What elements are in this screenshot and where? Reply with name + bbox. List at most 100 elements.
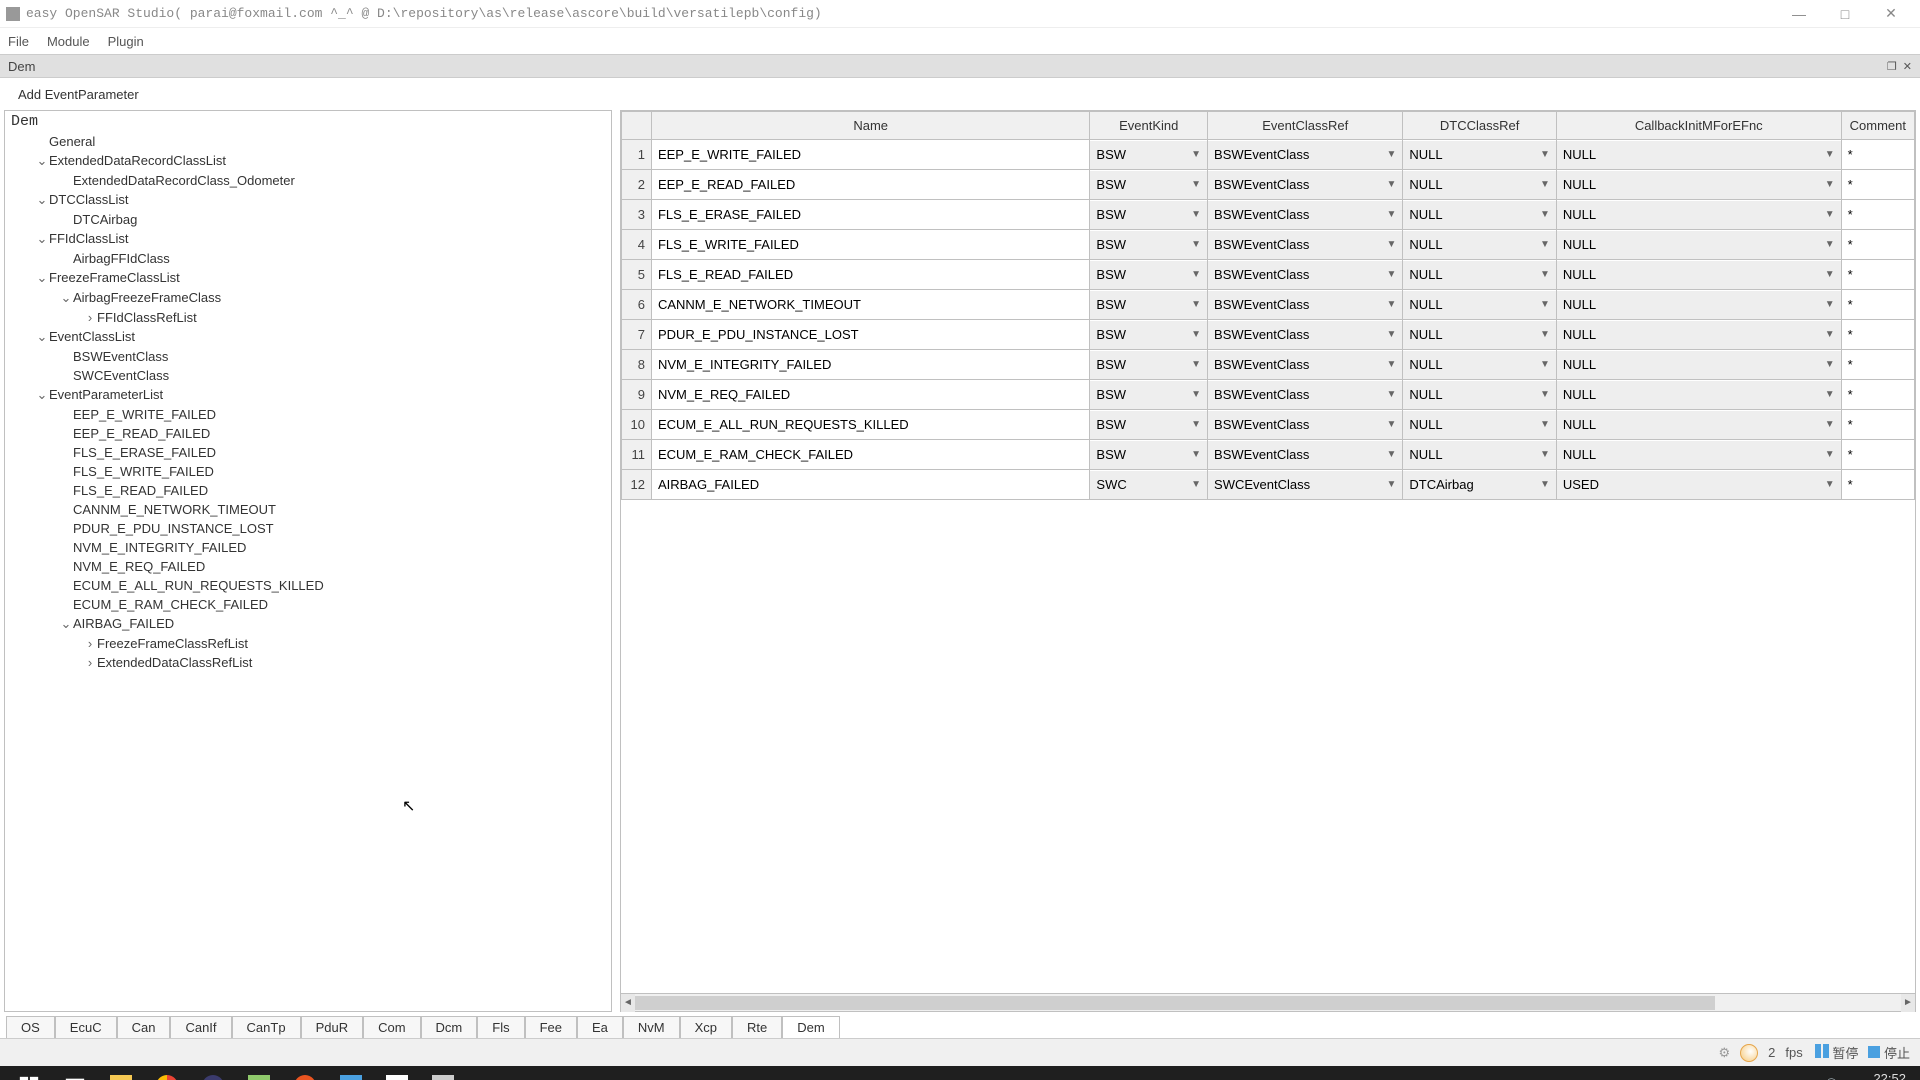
row-number[interactable]: 11 bbox=[622, 440, 652, 470]
dropdown-cell[interactable]: BSWEventClass▼ bbox=[1208, 381, 1402, 409]
tree-node[interactable]: ⌄FreezeFrameClassList bbox=[5, 268, 611, 288]
dropdown-cell[interactable]: NULL▼ bbox=[1403, 321, 1555, 349]
text-cell[interactable]: FLS_E_ERASE_FAILED bbox=[652, 201, 1089, 229]
dropdown-cell[interactable]: BSWEventClass▼ bbox=[1208, 291, 1402, 319]
col-dtcclassref[interactable]: DTCClassRef bbox=[1403, 112, 1556, 140]
bottom-tab-os[interactable]: OS bbox=[6, 1016, 55, 1038]
tree-node[interactable]: DTCAirbag bbox=[5, 210, 611, 229]
row-number[interactable]: 6 bbox=[622, 290, 652, 320]
menu-plugin[interactable]: Plugin bbox=[108, 34, 144, 49]
tree-node[interactable]: ExtendedDataRecordClass_Odometer bbox=[5, 171, 611, 190]
row-number[interactable]: 7 bbox=[622, 320, 652, 350]
taskbar-clock[interactable]: 22:52 2018/3/17 bbox=[1848, 1072, 1906, 1080]
text-cell[interactable]: * bbox=[1842, 381, 1914, 409]
col-name[interactable]: Name bbox=[651, 112, 1089, 140]
dropdown-cell[interactable]: NULL▼ bbox=[1403, 291, 1555, 319]
dropdown-cell[interactable]: BSW▼ bbox=[1090, 411, 1207, 439]
bottom-tab-rte[interactable]: Rte bbox=[732, 1016, 782, 1038]
dropdown-cell[interactable]: BSW▼ bbox=[1090, 351, 1207, 379]
chevron-down-icon[interactable]: ⌄ bbox=[35, 192, 49, 208]
bottom-tab-ea[interactable]: Ea bbox=[577, 1016, 623, 1038]
ubuntu-icon[interactable] bbox=[282, 1066, 328, 1080]
tree-node[interactable]: ⌄EventParameterList bbox=[5, 385, 611, 405]
dropdown-cell[interactable]: NULL▼ bbox=[1403, 411, 1555, 439]
bottom-tab-pdur[interactable]: PduR bbox=[301, 1016, 364, 1038]
tree-node[interactable]: EEP_E_READ_FAILED bbox=[5, 424, 611, 443]
scroll-left-arrow-icon[interactable]: ◄ bbox=[621, 994, 635, 1012]
notepad-icon[interactable] bbox=[236, 1066, 282, 1080]
tree-node[interactable]: ⌄ExtendedDataRecordClassList bbox=[5, 151, 611, 171]
text-cell[interactable]: * bbox=[1842, 351, 1914, 379]
tree-node[interactable]: ⌄AirbagFreezeFrameClass bbox=[5, 288, 611, 308]
task-view-button[interactable] bbox=[52, 1066, 98, 1080]
tree-node[interactable]: BSWEventClass bbox=[5, 347, 611, 366]
text-cell[interactable]: * bbox=[1842, 141, 1914, 169]
panel-close-icon[interactable]: ✕ bbox=[1903, 60, 1912, 73]
dropdown-cell[interactable]: NULL▼ bbox=[1403, 231, 1555, 259]
text-cell[interactable]: AIRBAG_FAILED bbox=[652, 471, 1089, 499]
chevron-down-icon[interactable]: ⌄ bbox=[35, 153, 49, 169]
dropdown-cell[interactable]: SWCEventClass▼ bbox=[1208, 471, 1402, 499]
dropdown-cell[interactable]: BSW▼ bbox=[1090, 441, 1207, 469]
stop-button[interactable]: 停止 bbox=[1868, 1043, 1910, 1062]
dropdown-cell[interactable]: NULL▼ bbox=[1403, 141, 1555, 169]
tree-node[interactable]: FLS_E_READ_FAILED bbox=[5, 481, 611, 500]
col-eventkind[interactable]: EventKind bbox=[1090, 112, 1208, 140]
chevron-down-icon[interactable]: ⌄ bbox=[59, 616, 73, 632]
dropdown-cell[interactable]: BSW▼ bbox=[1090, 201, 1207, 229]
dropdown-cell[interactable]: NULL▼ bbox=[1403, 351, 1555, 379]
text-cell[interactable]: PDUR_E_PDU_INSTANCE_LOST bbox=[652, 321, 1089, 349]
text-cell[interactable]: NVM_E_INTEGRITY_FAILED bbox=[652, 351, 1089, 379]
dropdown-cell[interactable]: NULL▼ bbox=[1557, 441, 1841, 469]
tree-node[interactable]: ⌄FFIdClassList bbox=[5, 229, 611, 249]
bottom-tab-can[interactable]: Can bbox=[117, 1016, 171, 1038]
dropdown-cell[interactable]: BSWEventClass▼ bbox=[1208, 261, 1402, 289]
tree-node[interactable]: ⌄DTCClassList bbox=[5, 190, 611, 210]
tree-node[interactable]: ›ExtendedDataClassRefList bbox=[5, 653, 611, 672]
dropdown-cell[interactable]: NULL▼ bbox=[1557, 231, 1841, 259]
dropdown-cell[interactable]: NULL▼ bbox=[1557, 261, 1841, 289]
dropdown-cell[interactable]: BSWEventClass▼ bbox=[1208, 171, 1402, 199]
tree-node[interactable]: ECUM_E_RAM_CHECK_FAILED bbox=[5, 595, 611, 614]
tree-node[interactable]: FLS_E_WRITE_FAILED bbox=[5, 462, 611, 481]
text-cell[interactable]: ECUM_E_RAM_CHECK_FAILED bbox=[652, 441, 1089, 469]
dropdown-cell[interactable]: NULL▼ bbox=[1557, 201, 1841, 229]
text-cell[interactable]: FLS_E_READ_FAILED bbox=[652, 261, 1089, 289]
chevron-down-icon[interactable]: ⌄ bbox=[59, 290, 73, 306]
dropdown-cell[interactable]: USED▼ bbox=[1557, 471, 1841, 499]
dropdown-cell[interactable]: BSW▼ bbox=[1090, 321, 1207, 349]
scroll-thumb[interactable] bbox=[635, 996, 1715, 1010]
dropdown-cell[interactable]: NULL▼ bbox=[1557, 351, 1841, 379]
tree-node[interactable]: NVM_E_REQ_FAILED bbox=[5, 557, 611, 576]
tree-root[interactable]: Dem bbox=[5, 111, 611, 132]
chevron-right-icon[interactable]: › bbox=[83, 636, 97, 651]
menu-file[interactable]: File bbox=[8, 34, 29, 49]
dropdown-cell[interactable]: BSW▼ bbox=[1090, 291, 1207, 319]
minimize-button[interactable]: — bbox=[1776, 6, 1822, 22]
text-cell[interactable]: * bbox=[1842, 261, 1914, 289]
chevron-down-icon[interactable]: ⌄ bbox=[35, 329, 49, 345]
dropdown-cell[interactable]: BSWEventClass▼ bbox=[1208, 141, 1402, 169]
bottom-tab-cantp[interactable]: CanTp bbox=[232, 1016, 301, 1038]
dropdown-cell[interactable]: BSW▼ bbox=[1090, 381, 1207, 409]
tree-node[interactable]: ›FreezeFrameClassRefList bbox=[5, 634, 611, 653]
tree-node[interactable]: AirbagFFIdClass bbox=[5, 249, 611, 268]
scroll-right-arrow-icon[interactable]: ► bbox=[1901, 994, 1915, 1012]
dropdown-cell[interactable]: NULL▼ bbox=[1557, 321, 1841, 349]
chrome-icon[interactable] bbox=[144, 1066, 190, 1080]
tree-node[interactable]: NVM_E_INTEGRITY_FAILED bbox=[5, 538, 611, 557]
dropdown-cell[interactable]: NULL▼ bbox=[1557, 291, 1841, 319]
bottom-tab-fee[interactable]: Fee bbox=[525, 1016, 577, 1038]
tree-node[interactable]: EEP_E_WRITE_FAILED bbox=[5, 405, 611, 424]
tree-node[interactable]: CANNM_E_NETWORK_TIMEOUT bbox=[5, 500, 611, 519]
dropdown-cell[interactable]: NULL▼ bbox=[1403, 381, 1555, 409]
dropdown-cell[interactable]: NULL▼ bbox=[1557, 381, 1841, 409]
tree-panel[interactable]: Dem General⌄ExtendedDataRecordClassListE… bbox=[4, 110, 612, 1012]
svg-icon[interactable]: S>G bbox=[420, 1066, 466, 1080]
bottom-tab-fls[interactable]: Fls bbox=[477, 1016, 524, 1038]
file-explorer-icon[interactable] bbox=[98, 1066, 144, 1080]
text-cell[interactable]: EEP_E_WRITE_FAILED bbox=[652, 141, 1089, 169]
dropdown-cell[interactable]: BSWEventClass▼ bbox=[1208, 321, 1402, 349]
add-eventparameter-button[interactable]: Add EventParameter bbox=[18, 87, 139, 102]
col-eventclassref[interactable]: EventClassRef bbox=[1208, 112, 1403, 140]
